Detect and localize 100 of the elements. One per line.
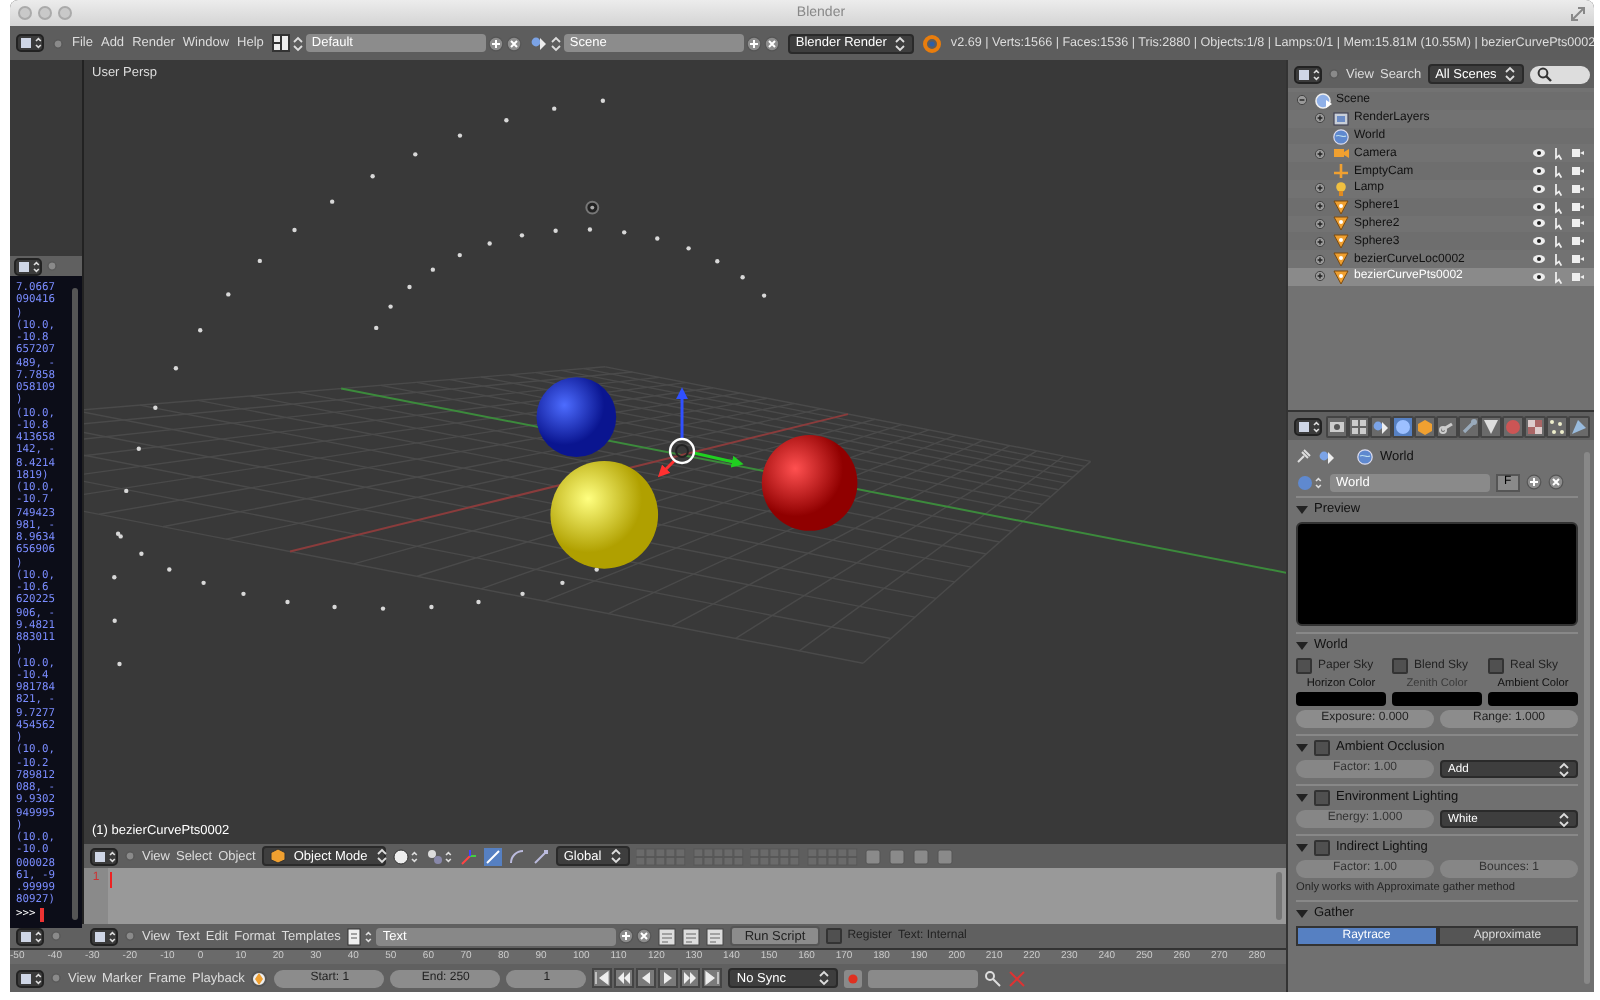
- collapse-triangle-icon[interactable]: [1296, 907, 1308, 919]
- panel-checkbox[interactable]: [1314, 839, 1330, 855]
- expand-toggle-icon[interactable]: [1314, 270, 1326, 283]
- properties-tab[interactable]: [1370, 415, 1392, 437]
- color-swatch[interactable]: [1488, 692, 1578, 706]
- editor-type-icon[interactable]: [1294, 417, 1322, 435]
- globe-icon: [1394, 417, 1412, 435]
- properties-tab[interactable]: [1414, 415, 1436, 437]
- add-icon[interactable]: [1525, 474, 1542, 490]
- close-icon[interactable]: [763, 35, 780, 51]
- menu-toggle-icon[interactable]: [52, 37, 64, 49]
- properties-tab[interactable]: [1392, 415, 1414, 437]
- editor-type-icon[interactable]: [14, 257, 42, 275]
- jump-to-start-icon: [594, 970, 611, 986]
- fullscreen-icon[interactable]: [1570, 5, 1586, 21]
- panel-checkbox[interactable]: [1314, 789, 1330, 805]
- jump-to-start-button[interactable]: [592, 968, 613, 988]
- triangle-icon: [1332, 197, 1350, 216]
- line-numbers-icon[interactable]: [658, 927, 677, 945]
- properties-tab[interactable]: [1524, 415, 1546, 437]
- pivot-icon[interactable]: [425, 847, 454, 865]
- manipulator-icon[interactable]: [459, 847, 478, 865]
- word-wrap-icon[interactable]: [682, 927, 701, 945]
- editor-type-icon[interactable]: [16, 927, 44, 945]
- globe-icon: [1332, 127, 1350, 145]
- menu-toggle-icon[interactable]: [50, 972, 62, 984]
- transform-gizmo[interactable]: [657, 387, 744, 478]
- jump-to-end-button[interactable]: [702, 968, 723, 988]
- add-icon[interactable]: [487, 35, 504, 51]
- close-icon[interactable]: [636, 928, 653, 944]
- collapse-triangle-icon[interactable]: [1296, 503, 1308, 515]
- screen-layout-icon[interactable]: [271, 34, 290, 52]
- restrict-icons[interactable]: [1532, 216, 1586, 231]
- restrict-icons[interactable]: [1532, 164, 1586, 179]
- expand-toggle-icon[interactable]: [1296, 94, 1308, 107]
- expand-toggle-icon[interactable]: [1314, 112, 1326, 125]
- restrict-icons[interactable]: [1532, 252, 1586, 267]
- text-document-icon[interactable]: [346, 927, 375, 945]
- register-checkbox[interactable]: [825, 928, 842, 944]
- properties-tab[interactable]: [1546, 415, 1568, 437]
- color-swatch[interactable]: [1296, 692, 1386, 706]
- collapse-triangle-icon[interactable]: [1296, 741, 1308, 753]
- restrict-icons[interactable]: [1532, 181, 1586, 196]
- shading-sphere-icon[interactable]: [391, 847, 420, 865]
- restrict-icons[interactable]: [1532, 146, 1586, 161]
- previous-keyframe-button[interactable]: [614, 968, 635, 988]
- scrollbar[interactable]: [72, 288, 78, 919]
- collapse-triangle-icon[interactable]: [1296, 841, 1308, 853]
- updown-icon[interactable]: [549, 35, 562, 51]
- properties-tab[interactable]: [1480, 415, 1502, 437]
- editor-type-icon[interactable]: [90, 927, 118, 945]
- expand-toggle-icon[interactable]: [1314, 182, 1326, 195]
- menu-toggle-icon[interactable]: [124, 930, 136, 942]
- expand-toggle-icon[interactable]: [1314, 235, 1326, 248]
- axes-icon: [1332, 162, 1350, 181]
- scene-icon: [1372, 417, 1390, 435]
- properties-tab[interactable]: [1348, 415, 1370, 437]
- rotate-icon[interactable]: [507, 847, 526, 865]
- properties-tab[interactable]: [1436, 415, 1458, 437]
- add-icon[interactable]: [618, 928, 635, 944]
- restrict-icons[interactable]: [1532, 199, 1586, 214]
- search-field[interactable]: [1530, 65, 1591, 83]
- collapse-triangle-icon[interactable]: [1296, 639, 1308, 651]
- keying-set-field[interactable]: [868, 969, 979, 987]
- menu-toggle-icon[interactable]: [1328, 68, 1340, 80]
- updown-icon[interactable]: [291, 35, 304, 51]
- restrict-icons[interactable]: [1532, 269, 1586, 284]
- triangle-icon: [1332, 232, 1350, 251]
- syntax-highlight-icon[interactable]: [706, 927, 725, 945]
- checker-icon: [1526, 417, 1544, 435]
- editor-type-icon[interactable]: [16, 969, 44, 987]
- checkbox[interactable]: [1488, 658, 1504, 674]
- checkbox[interactable]: [1392, 658, 1408, 674]
- translate-arrow-icon[interactable]: [483, 847, 502, 865]
- expand-toggle-icon[interactable]: [1314, 217, 1326, 230]
- next-keyframe-button[interactable]: [680, 968, 701, 988]
- expand-toggle-icon[interactable]: [1314, 147, 1326, 160]
- properties-tab[interactable]: [1326, 415, 1348, 437]
- restrict-icons[interactable]: [1532, 234, 1586, 249]
- menu-toggle-icon[interactable]: [46, 260, 58, 272]
- panel-checkbox[interactable]: [1314, 739, 1330, 755]
- menu-toggle-icon[interactable]: [50, 930, 62, 942]
- checkbox[interactable]: [1296, 658, 1312, 674]
- editor-type-icon[interactable]: [90, 847, 118, 865]
- keyframe-icon[interactable]: [250, 969, 269, 987]
- sphere[interactable]: [550, 461, 659, 569]
- close-icon[interactable]: [505, 35, 522, 51]
- world-browse-icon[interactable]: [1296, 473, 1324, 491]
- menu-toggle-icon[interactable]: [124, 850, 136, 862]
- scene-icon[interactable]: [529, 34, 548, 52]
- scrollbar[interactable]: [1276, 872, 1282, 920]
- collapse-triangle-icon[interactable]: [1296, 791, 1308, 803]
- play-reverse-button[interactable]: [636, 968, 657, 988]
- play-button[interactable]: [658, 968, 679, 988]
- editor-type-icon[interactable]: [16, 34, 44, 52]
- close-icon[interactable]: [1547, 474, 1564, 490]
- expand-toggle-icon[interactable]: [1314, 253, 1326, 266]
- add-icon[interactable]: [745, 35, 762, 51]
- editor-type-icon[interactable]: [1294, 65, 1322, 83]
- expand-toggle-icon[interactable]: [1314, 200, 1326, 213]
